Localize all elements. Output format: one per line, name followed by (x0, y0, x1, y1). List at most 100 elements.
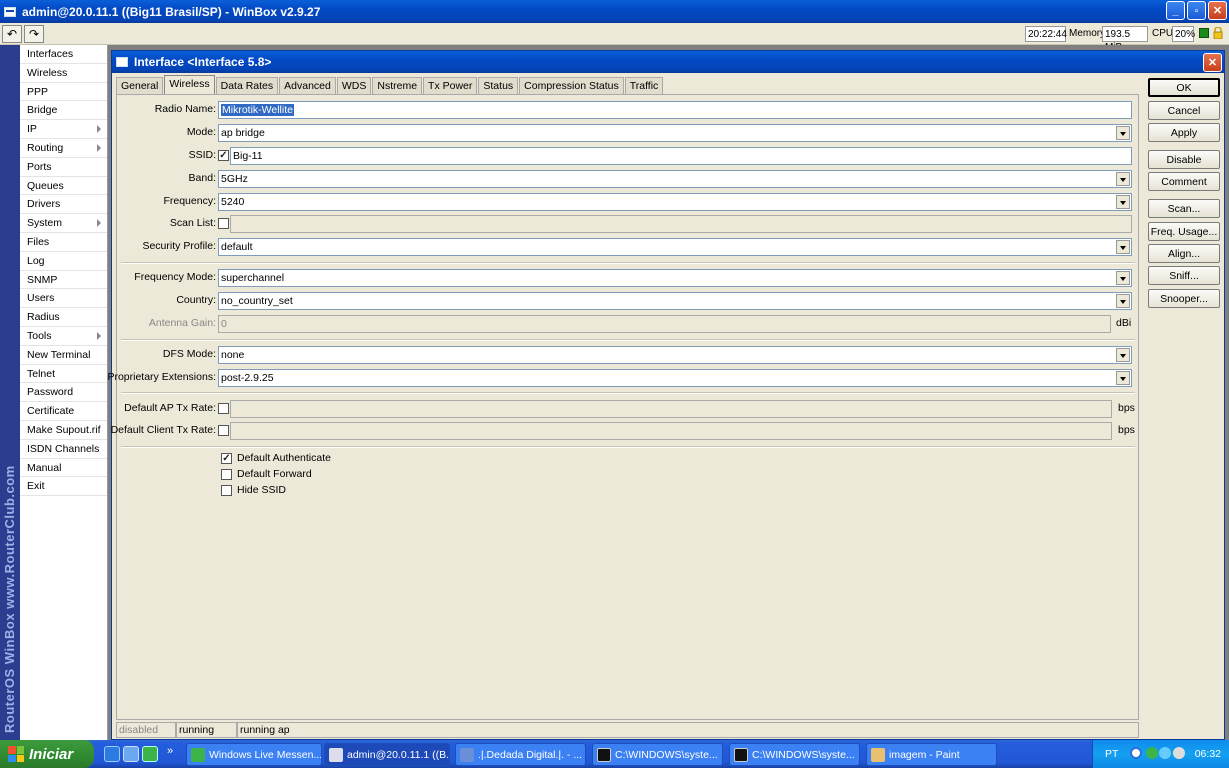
sidebar-item-label: Log (27, 254, 45, 267)
scan-list-checkbox[interactable] (218, 218, 229, 229)
undo-button[interactable]: ↶ (2, 25, 22, 43)
task-cmd-1[interactable]: C:\WINDOWS\syste... (592, 743, 723, 766)
close-button[interactable]: ✕ (1208, 1, 1227, 20)
tab-status[interactable]: Status (478, 77, 519, 94)
sidebar-item-label: IP (27, 123, 37, 136)
tab-data-rates[interactable]: Data Rates (215, 77, 279, 94)
submenu-arrow-icon (97, 143, 101, 152)
dfs-mode-value: none (221, 349, 245, 361)
security-profile-select[interactable]: default (218, 238, 1132, 256)
chevron-down-icon[interactable] (1116, 172, 1130, 186)
apply-button[interactable]: Apply (1148, 123, 1220, 142)
default-client-tx-rate-checkbox[interactable] (218, 425, 229, 436)
start-button[interactable]: Iniciar (0, 740, 94, 768)
sidebar-item-tools[interactable]: Tools (20, 327, 107, 346)
network-icon[interactable] (1159, 747, 1171, 759)
messenger-icon[interactable] (142, 746, 158, 762)
proprietary-extensions-select[interactable]: post-2.9.25 (218, 369, 1132, 387)
default-authenticate-checkbox[interactable]: ✓ (221, 453, 232, 464)
maximize-button[interactable]: ▫ (1187, 1, 1206, 20)
radio-name-field[interactable]: Mikrotik-Wellite (218, 101, 1132, 119)
task-windows-live-messenger[interactable]: Windows Live Messen... (186, 743, 322, 766)
chevron-down-icon[interactable] (1116, 294, 1130, 308)
scan-button[interactable]: Scan... (1148, 199, 1220, 218)
country-select[interactable]: no_country_set (218, 292, 1132, 310)
mode-value: ap bridge (221, 127, 265, 139)
mode-select[interactable]: ap bridge (218, 124, 1132, 142)
default-ap-tx-rate-checkbox[interactable] (218, 403, 229, 414)
tab-traffic[interactable]: Traffic (624, 77, 664, 94)
sidebar-item-log[interactable]: Log (20, 252, 107, 271)
outlook-express-icon[interactable] (123, 746, 139, 762)
minimize-button[interactable]: _ (1166, 1, 1185, 20)
sidebar-item-telnet[interactable]: Telnet (20, 365, 107, 384)
sidebar-item-ppp[interactable]: PPP (20, 83, 107, 102)
sniff-button[interactable]: Sniff... (1148, 266, 1220, 285)
comment-button[interactable]: Comment (1148, 172, 1220, 191)
ssid-checkbox[interactable]: ✓ (218, 150, 229, 161)
sidebar-item-ip[interactable]: IP (20, 120, 107, 139)
sidebar-item-system[interactable]: System (20, 214, 107, 233)
sidebar-item-make-supout-rif[interactable]: Make Supout.rif (20, 421, 107, 440)
sidebar-item-certificate[interactable]: Certificate (20, 402, 107, 421)
tab-tx-power[interactable]: Tx Power (423, 77, 478, 94)
task-dedada-digital[interactable]: .|.Dedada Digital.|. - ... (455, 743, 586, 766)
language-indicator[interactable]: PT (1105, 748, 1118, 760)
tab-general[interactable]: General (116, 77, 164, 94)
task-cmd-2[interactable]: C:\WINDOWS\syste... (729, 743, 860, 766)
tab-advanced[interactable]: Advanced (279, 77, 336, 94)
sidebar-item-queues[interactable]: Queues (20, 177, 107, 196)
chevron-down-icon[interactable] (1116, 371, 1130, 385)
cancel-button[interactable]: Cancel (1148, 101, 1220, 120)
chevron-down-icon[interactable] (1116, 126, 1130, 140)
sidebar-item-manual[interactable]: Manual (20, 459, 107, 478)
back-arrow-icon[interactable] (1130, 747, 1142, 759)
snooper-button[interactable]: Snooper... (1148, 289, 1220, 308)
sidebar-item-bridge[interactable]: Bridge (20, 101, 107, 121)
task-winbox[interactable]: admin@20.0.11.1 ((B... (324, 743, 450, 766)
country-value: no_country_set (221, 295, 293, 307)
sidebar-item-routing[interactable]: Routing (20, 139, 107, 158)
band-select[interactable]: 5GHz (218, 170, 1132, 188)
align-button[interactable]: Align... (1148, 244, 1220, 263)
redo-button[interactable]: ↷ (24, 25, 44, 43)
sidebar-item-radius[interactable]: Radius (20, 308, 107, 327)
internet-explorer-icon[interactable] (104, 746, 120, 762)
ok-button[interactable]: OK (1148, 78, 1220, 97)
frequency-select[interactable]: 5240 (218, 193, 1132, 211)
sidebar-item-drivers[interactable]: Drivers (20, 195, 107, 215)
tab-wireless[interactable]: Wireless (164, 75, 215, 94)
tab-wds[interactable]: WDS (336, 77, 372, 94)
sidebar-item-interfaces[interactable]: Interfaces (20, 45, 107, 64)
chevron-down-icon[interactable] (1116, 240, 1130, 254)
chevron-down-icon[interactable] (1116, 271, 1130, 285)
ssid-field[interactable]: Big-11 (230, 147, 1132, 165)
chevron-down-icon[interactable] (1116, 195, 1130, 209)
default-forward-checkbox[interactable] (221, 469, 232, 480)
disable-button[interactable]: Disable (1148, 150, 1220, 169)
messenger-tray-icon[interactable] (1146, 747, 1158, 759)
security-profile-value: default (221, 241, 253, 253)
quicklaunch-more-icon[interactable]: » (167, 745, 173, 757)
dialog-close-button[interactable]: ✕ (1203, 53, 1222, 72)
sidebar-item-isdn-channels[interactable]: ISDN Channels (20, 440, 107, 459)
tab-nstreme[interactable]: Nstreme (372, 77, 423, 94)
sidebar-item-password[interactable]: Password (20, 383, 107, 403)
scan-list-field (230, 215, 1132, 233)
sidebar-item-snmp[interactable]: SNMP (20, 271, 107, 290)
task-paint[interactable]: imagem - Paint (866, 743, 997, 766)
sidebar-item-files[interactable]: Files (20, 233, 107, 252)
frequency-mode-select[interactable]: superchannel (218, 269, 1132, 287)
sidebar-item-new-terminal[interactable]: New Terminal (20, 346, 107, 365)
messenger-icon (191, 747, 205, 762)
sidebar-item-users[interactable]: Users (20, 289, 107, 309)
dfs-mode-select[interactable]: none (218, 346, 1132, 364)
sidebar-item-exit[interactable]: Exit (20, 477, 107, 497)
freq-usage-button[interactable]: Freq. Usage... (1148, 222, 1220, 241)
sidebar-item-wireless[interactable]: Wireless (20, 64, 107, 83)
tab-compression-status[interactable]: Compression Status (519, 77, 624, 94)
volume-icon[interactable] (1173, 747, 1185, 759)
sidebar-item-ports[interactable]: Ports (20, 158, 107, 177)
hide-ssid-checkbox[interactable] (221, 485, 232, 496)
chevron-down-icon[interactable] (1116, 348, 1130, 362)
